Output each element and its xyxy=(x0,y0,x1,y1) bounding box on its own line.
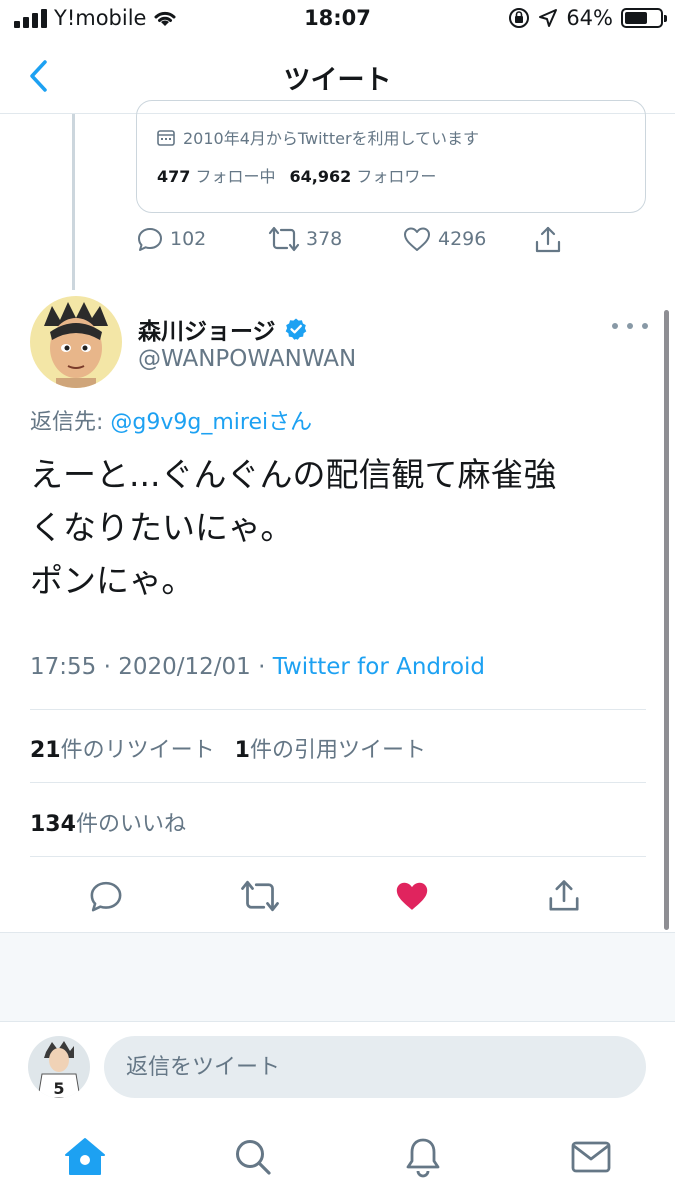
retweet-label: 件のリツイート xyxy=(60,738,215,763)
battery-fill xyxy=(625,12,647,24)
joined-date: 2010年4月からTwitterを利用しています xyxy=(157,125,479,149)
like-stats-row: 134件のいいね xyxy=(30,806,186,838)
reply-input[interactable] xyxy=(104,1036,646,1098)
author-avatar[interactable] xyxy=(30,296,122,388)
bottom-tab-bar xyxy=(0,1112,675,1200)
tab-search[interactable] xyxy=(228,1132,278,1182)
reply-to-label: 返信先: xyxy=(30,410,111,435)
reply-bar: 5 xyxy=(0,1022,675,1112)
previous-tweet-actions: 102 378 4296 xyxy=(136,225,566,261)
reply-icon xyxy=(90,881,122,912)
meta-separator: · xyxy=(258,654,273,680)
share-icon xyxy=(549,880,579,911)
more-options-button[interactable] xyxy=(612,314,648,338)
bell-icon xyxy=(406,1138,440,1178)
chevron-left-icon xyxy=(30,60,47,92)
location-icon xyxy=(539,9,558,27)
signal-icon xyxy=(14,9,47,28)
heart-filled-icon xyxy=(396,882,428,910)
prev-retweet-count: 378 xyxy=(306,228,343,250)
tweet-text: えーと...ぐんぐんの配信観て麻雀強 くなりたいにゃ。 ポンにゃ。 xyxy=(30,455,557,600)
retweet-count: 21 xyxy=(30,738,61,763)
search-icon xyxy=(236,1140,271,1175)
more-dot-icon xyxy=(627,323,633,329)
thread-connector xyxy=(72,114,75,290)
reply-to-line: 返信先: @g9v9g_mireiさん xyxy=(30,404,312,436)
author-name-row[interactable]: 森川ジョージ xyxy=(138,312,308,346)
like-count: 134 xyxy=(30,812,76,837)
tweet-date: 2020/12/01 xyxy=(118,654,251,680)
back-button[interactable] xyxy=(18,56,58,96)
retweet-stats-row: 21件のリツイート 1件の引用ツイート xyxy=(30,732,426,764)
retweet-button[interactable] xyxy=(230,866,290,926)
heart-outline-icon xyxy=(404,227,430,251)
tweet-actions xyxy=(30,866,646,926)
following-count: 477 xyxy=(157,167,191,186)
status-right: 64% xyxy=(508,6,667,30)
following-stat[interactable]: 477 フォロー中 xyxy=(157,163,276,187)
joined-text: 2010年4月からTwitterを利用しています xyxy=(183,129,480,148)
like-button[interactable] xyxy=(382,866,442,926)
like-label: 件のいいね xyxy=(75,812,186,837)
quotes-stat[interactable]: 1件の引用ツイート xyxy=(235,732,426,764)
divider xyxy=(30,709,646,710)
share-icon xyxy=(535,226,561,253)
more-dot-icon xyxy=(612,323,618,329)
battery-percent: 64% xyxy=(566,6,613,30)
more-dot-icon xyxy=(642,323,648,329)
tab-notifications[interactable] xyxy=(398,1132,448,1182)
battery-icon xyxy=(621,8,667,28)
my-avatar[interactable]: 5 xyxy=(28,1036,90,1098)
reply-icon xyxy=(138,228,162,251)
share-button[interactable] xyxy=(534,866,594,926)
status-bar: Y!mobile 18:07 64% xyxy=(0,0,675,38)
embedded-profile-card[interactable]: 2010年4月からTwitterを利用しています 477 フォロー中 64,96… xyxy=(136,100,646,213)
retweet-icon xyxy=(268,226,300,252)
wifi-icon xyxy=(154,11,176,26)
orientation-lock-icon xyxy=(509,8,530,28)
author-handle[interactable]: @WANPOWANWAN xyxy=(138,346,356,372)
reply-button[interactable] xyxy=(76,866,136,926)
prev-like-button[interactable]: 4296 xyxy=(402,225,486,253)
followers-label: フォロワー xyxy=(356,167,437,186)
meta-separator: · xyxy=(103,654,119,680)
tab-home[interactable] xyxy=(60,1132,110,1182)
verified-badge-icon xyxy=(285,318,306,340)
author-name: 森川ジョージ xyxy=(138,319,276,345)
prev-reply-button[interactable]: 102 xyxy=(136,225,206,253)
empty-replies-area xyxy=(0,932,675,1022)
home-icon xyxy=(65,1138,105,1175)
page-title: ツイート xyxy=(283,65,392,96)
status-left: Y!mobile xyxy=(14,6,178,30)
carrier-label: Y!mobile xyxy=(54,6,147,30)
prev-like-count: 4296 xyxy=(438,228,487,250)
mail-icon xyxy=(571,1141,611,1173)
prev-share-button[interactable] xyxy=(534,225,562,255)
scrollbar[interactable] xyxy=(664,310,669,930)
likes-stat[interactable]: 134件のいいね xyxy=(30,806,186,838)
reply-to-user-link[interactable]: @g9v9g_mireiさん xyxy=(110,410,312,435)
prev-retweet-button[interactable]: 378 xyxy=(268,225,342,253)
tweet-source-link[interactable]: Twitter for Android xyxy=(273,654,485,680)
divider xyxy=(30,782,646,783)
quote-count: 1 xyxy=(234,738,250,763)
divider xyxy=(30,856,646,857)
calendar-icon xyxy=(157,130,175,146)
retweets-stat[interactable]: 21件のリツイート xyxy=(30,732,215,764)
my-avatar-image: 5 xyxy=(28,1036,90,1098)
avatar-image xyxy=(30,296,122,388)
following-label: フォロー中 xyxy=(195,167,276,186)
retweet-icon xyxy=(241,880,279,912)
tweet-time: 17:55 xyxy=(30,654,97,680)
followers-stat[interactable]: 64,962 フォロワー xyxy=(290,163,437,187)
prev-reply-count: 102 xyxy=(170,228,207,250)
quote-label: 件の引用ツイート xyxy=(249,738,426,763)
followers-count: 64,962 xyxy=(289,167,352,186)
svg-text:5: 5 xyxy=(53,1079,64,1098)
follow-stats: 477 フォロー中 64,962 フォロワー xyxy=(157,163,436,187)
tweet-meta: 17:55 · 2020/12/01 · Twitter for Android xyxy=(30,654,485,680)
tab-messages[interactable] xyxy=(566,1132,616,1182)
